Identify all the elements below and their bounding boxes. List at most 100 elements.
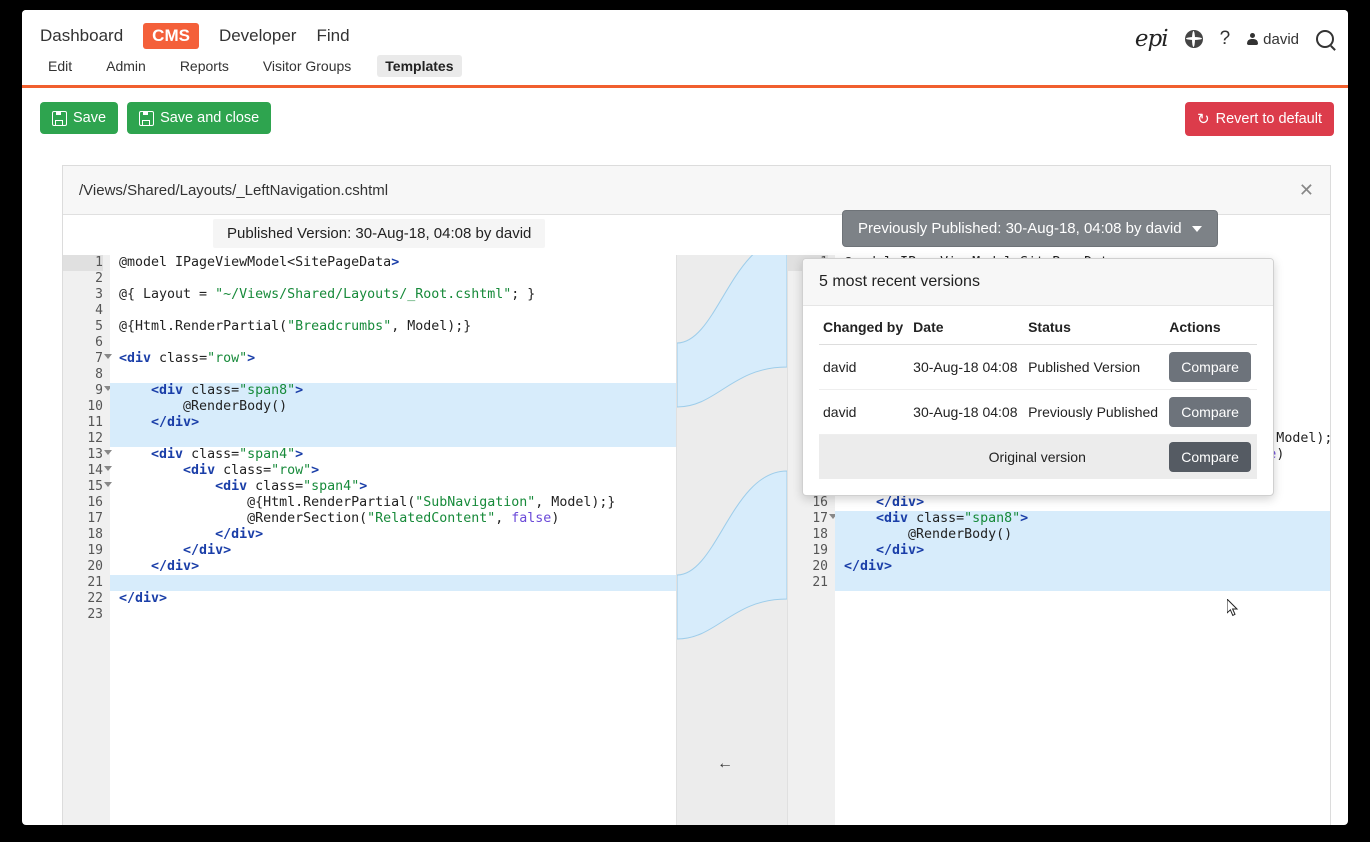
save-button[interactable]: Save [40, 102, 118, 134]
code-line [110, 367, 676, 383]
file-path: /Views/Shared/Layouts/_LeftNavigation.cs… [79, 182, 388, 199]
template-editor-panel: /Views/Shared/Layouts/_LeftNavigation.cs… [62, 165, 1331, 825]
col-status: Status [1024, 310, 1165, 345]
nav-item-dashboard[interactable]: Dashboard [40, 26, 123, 46]
code-line: @{ Layout = "~/Views/Shared/Layouts/_Roo… [110, 287, 676, 303]
code-line: </div> [110, 591, 676, 607]
code-line [110, 575, 676, 591]
cell-date: 30-Aug-18 04:08 [909, 345, 1024, 390]
compare-button[interactable]: Compare [1169, 397, 1251, 427]
code-line: </div> [835, 495, 1330, 511]
table-header-row: Changed by Date Status Actions [819, 310, 1257, 345]
col-date: Date [909, 310, 1024, 345]
col-actions: Actions [1165, 310, 1257, 345]
panel-header: /Views/Shared/Layouts/_LeftNavigation.cs… [63, 166, 1330, 215]
code-line: @{Html.RenderPartial("Breadcrumbs", Mode… [110, 319, 676, 335]
line-number: 18 [788, 527, 828, 543]
line-number: 11 [63, 415, 103, 431]
table-row[interactable]: david 30-Aug-18 04:08 Previously Publish… [819, 390, 1257, 435]
line-number: 16 [788, 495, 828, 511]
versions-table-head: Changed by Date Status Actions [819, 310, 1257, 345]
code-line: </div> [110, 527, 676, 543]
cell-actions: Compare [1165, 345, 1257, 390]
table-row[interactable]: david 30-Aug-18 04:08 Published Version … [819, 345, 1257, 390]
episerver-logo: epi [1135, 26, 1168, 52]
col-changed-by: Changed by [819, 310, 909, 345]
compare-button[interactable]: Compare [1169, 442, 1251, 472]
popup-title: 5 most recent versions [803, 259, 1273, 306]
cell-status: Original version [909, 435, 1165, 480]
nav-item-admin[interactable]: Admin [98, 55, 154, 77]
cell-status: Published Version [1024, 345, 1165, 390]
code-line [110, 335, 676, 351]
code-line: @RenderBody() [110, 399, 676, 415]
diff-connector-shapes [677, 255, 787, 825]
popup-body: Changed by Date Status Actions david 30-… [803, 306, 1273, 495]
user-menu[interactable]: david [1247, 31, 1299, 48]
save-button-label: Save [73, 110, 106, 126]
version-dropdown-button[interactable]: Previously Published: 30-Aug-18, 04:08 b… [842, 210, 1218, 247]
nav-item-edit[interactable]: Edit [40, 55, 80, 77]
nav-item-visitor-groups[interactable]: Visitor Groups [255, 55, 359, 77]
code-line: <div class="span4"> [110, 479, 676, 495]
cell-changed-by: david [819, 345, 909, 390]
version-dropdown-label: Previously Published: 30-Aug-18, 04:08 b… [858, 220, 1182, 237]
nav-item-cms[interactable]: CMS [143, 23, 199, 49]
line-number: 21 [63, 575, 103, 591]
versions-table: Changed by Date Status Actions david 30-… [819, 310, 1257, 479]
line-number: 10 [63, 399, 103, 415]
code-line: </div> [110, 543, 676, 559]
save-and-close-label: Save and close [160, 110, 259, 126]
code-line: @model IPageViewModel<SitePageData> [110, 255, 676, 271]
left-code-content[interactable]: @model IPageViewModel<SitePageData> @{ L… [110, 255, 676, 825]
diff-connector-gutter: ← [676, 255, 788, 825]
revert-to-default-button[interactable]: ↺ Revert to default [1185, 102, 1334, 136]
nav-item-templates[interactable]: Templates [377, 55, 461, 77]
toolbar-right-group: ↺ Revert to default [1185, 102, 1334, 136]
cell-changed-by: david [819, 390, 909, 435]
line-number: 2 [63, 271, 103, 287]
revert-icon: ↺ [1197, 110, 1210, 128]
code-line: </div> [835, 559, 1330, 575]
user-name: david [1263, 31, 1299, 48]
code-line [835, 575, 1330, 591]
close-icon[interactable]: ✕ [1299, 181, 1314, 199]
search-icon[interactable] [1316, 30, 1334, 48]
nav-item-developer[interactable]: Developer [219, 26, 297, 46]
save-and-close-button[interactable]: Save and close [127, 102, 271, 134]
help-icon[interactable]: ? [1220, 28, 1231, 50]
cell-date: 30-Aug-18 04:08 [909, 390, 1024, 435]
left-line-numbers: 1234567891011121314151617181920212223 [63, 255, 110, 825]
mouse-cursor [1227, 599, 1239, 617]
code-line: @RenderSection("RelatedContent", false) [110, 511, 676, 527]
published-version-label: Published Version: 30-Aug-18, 04:08 by d… [213, 219, 545, 248]
code-line: <div class="row"> [110, 463, 676, 479]
toolbar-left-group: Save Save and close [40, 102, 271, 134]
code-line: <div class="span8"> [110, 383, 676, 399]
code-line: </div> [110, 559, 676, 575]
line-number: 12 [63, 431, 103, 447]
code-line: <div class="span8"> [835, 511, 1330, 527]
revert-button-label: Revert to default [1216, 111, 1322, 127]
chevron-down-icon [1192, 226, 1202, 232]
compare-button[interactable]: Compare [1169, 352, 1251, 382]
code-line: @{Html.RenderPartial("SubNavigation", Mo… [110, 495, 676, 511]
nav-utilities: epi ? david [1135, 26, 1334, 52]
editor-toolbar: Save Save and close ↺ Revert to default [22, 88, 1348, 150]
line-number: 3 [63, 287, 103, 303]
code-line [110, 303, 676, 319]
code-line: <div class="span4"> [110, 447, 676, 463]
nav-item-reports[interactable]: Reports [172, 55, 237, 77]
table-row[interactable]: Original version Compare [819, 435, 1257, 480]
globe-icon[interactable] [1185, 30, 1203, 48]
line-number: 1 [63, 255, 103, 271]
line-number: 18 [63, 527, 103, 543]
left-code-pane[interactable]: 1234567891011121314151617181920212223 @m… [63, 255, 676, 825]
line-number: 5 [63, 319, 103, 335]
code-line: <div class="row"> [110, 351, 676, 367]
line-number: 19 [63, 543, 103, 559]
line-number: 14 [63, 463, 103, 479]
line-number: 20 [788, 559, 828, 575]
nav-item-find[interactable]: Find [316, 26, 349, 46]
code-line [110, 271, 676, 287]
